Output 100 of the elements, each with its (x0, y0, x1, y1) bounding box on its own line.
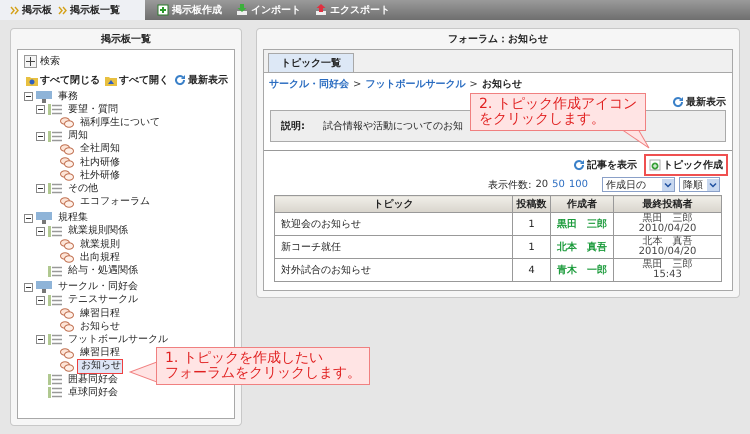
tree-item[interactable]: 就業規則 (77, 238, 123, 252)
breadcrumb-link[interactable]: 掲示板一覧 (70, 3, 120, 17)
sort-dropdown[interactable]: 作成日の (602, 177, 675, 192)
sort-dropdown[interactable]: 降順 (679, 177, 720, 192)
column-header: 投稿数 (512, 196, 550, 212)
tree-item[interactable]: お知らせ (77, 358, 123, 374)
speech-bubbles-icon (60, 144, 74, 155)
last-poster: 北本 真吾 (642, 237, 692, 247)
tree-item[interactable]: 事務 (55, 90, 81, 104)
highlighted-action[interactable]: トピック作成 (644, 154, 728, 176)
table-cell: 4 (512, 258, 550, 282)
breadcrumb-separator: > (469, 78, 478, 90)
page-size-option[interactable]: 20 (535, 179, 548, 190)
breadcrumb-separator: > (353, 78, 362, 90)
topic-link[interactable]: 新コーチ就任 (281, 242, 341, 253)
speech-bubbles-icon (60, 321, 74, 332)
tree-item[interactable]: お知らせ (77, 320, 123, 334)
last-post-time: 2010/04/20 (638, 224, 698, 234)
collapse-toggle[interactable] (36, 335, 45, 344)
tree-item[interactable]: フットボールサークル (65, 332, 171, 347)
collapse-toggle[interactable] (24, 282, 33, 292)
tool-link[interactable]: すべて閉じる (40, 73, 100, 87)
collapse-toggle[interactable] (24, 214, 33, 223)
collapse-toggle[interactable] (36, 296, 45, 305)
monitor-icon (36, 90, 52, 103)
page-size-option[interactable]: 100 (568, 179, 588, 190)
speech-bubbles-icon (60, 239, 74, 250)
search-label[interactable]: 検索 (40, 54, 60, 68)
collapse-toggle[interactable] (36, 226, 45, 236)
tree-item[interactable]: 規程集 (55, 211, 91, 226)
document-plus-icon (649, 159, 661, 171)
page-size-label: 表示件数: (488, 178, 532, 192)
toolbar-link[interactable]: インポート (251, 3, 301, 17)
last-post-time: 2010/04/20 (638, 247, 698, 257)
tree-item[interactable]: 出向規程 (77, 250, 123, 265)
toolbar-link[interactable]: 掲示板作成 (172, 3, 222, 17)
tree-item[interactable]: 卓球同好会 (65, 386, 121, 400)
speech-bubbles-icon (60, 252, 74, 264)
page-size-option[interactable]: 50 (552, 179, 565, 190)
list-icon (48, 266, 62, 277)
tree-item[interactable]: 練習日程 (77, 346, 123, 360)
expand-toggle[interactable] (24, 54, 37, 68)
tool-link[interactable]: すべて開く (119, 73, 169, 87)
tree-item[interactable]: 囲碁同好会 (65, 372, 121, 387)
tree-item[interactable]: 要望・質問 (65, 102, 121, 117)
breadcrumb-link[interactable]: 掲示板 (22, 3, 52, 17)
list-icon (48, 226, 62, 237)
last-post-time: 15:43 (652, 270, 683, 280)
collapse-toggle[interactable] (36, 105, 45, 114)
column-header: トピック (274, 196, 512, 212)
speech-bubbles-icon (60, 360, 74, 372)
topic-link[interactable]: 対外試合のお知らせ (281, 265, 371, 276)
collapse-toggle[interactable] (36, 184, 45, 194)
callout-text: をクリックします。 (479, 112, 606, 127)
chevron-icon (58, 6, 68, 14)
tree-item[interactable]: 就業規則関係 (65, 224, 131, 238)
callout-text: フォーラムをクリックします。 (165, 366, 361, 381)
tree-item[interactable]: エコフォーラム (77, 195, 153, 210)
tree-item[interactable]: 社内研修 (77, 156, 123, 170)
tree-item[interactable]: 全社周知 (77, 142, 123, 156)
list-icon (48, 374, 62, 386)
last-poster: 黒田 三郎 (642, 214, 692, 224)
toolbar-link[interactable]: エクスポート (330, 3, 390, 17)
callout-text: 1. トピックを作成したい (165, 351, 324, 366)
topic-link[interactable]: 歓迎会のお知らせ (281, 219, 361, 230)
column-header: 最終投稿者 (614, 196, 722, 212)
tree-item[interactable]: テニスサークル (65, 293, 141, 308)
speech-bubbles-icon (60, 170, 74, 182)
breadcrumb-link[interactable]: サークル・同好会 (269, 77, 349, 91)
list-icon (48, 294, 62, 306)
tree-item[interactable]: 練習日程 (77, 306, 123, 321)
list-icon (48, 387, 62, 398)
toolbar-link[interactable]: 最新表示 (686, 95, 726, 109)
tab[interactable]: トピック一覧 (268, 53, 354, 72)
tree-item[interactable]: 福利厚生について (77, 116, 163, 130)
speech-bubbles-icon (60, 157, 74, 168)
speech-bubbles-icon (60, 196, 74, 208)
tree-item[interactable]: 給与・処遇関係 (65, 264, 141, 278)
folder-icon (26, 74, 38, 86)
last-poster: 黒田 三郎 (642, 260, 694, 270)
tree-item[interactable]: 社外研修 (77, 168, 123, 183)
collapse-toggle[interactable] (24, 92, 33, 102)
breadcrumb-link[interactable]: フットボールサークル (365, 77, 466, 91)
refresh-icon (672, 96, 684, 108)
refresh-icon (573, 159, 585, 171)
tree-item[interactable]: 周知 (65, 129, 91, 144)
tool-link[interactable]: 最新表示 (188, 73, 228, 87)
panel-title: フォーラム：お知らせ (447, 32, 549, 47)
collapse-toggle[interactable] (36, 132, 45, 141)
list-icon (48, 104, 62, 116)
tree-item[interactable]: サークル・同好会 (55, 280, 141, 294)
list-icon (48, 334, 62, 346)
tree-item[interactable]: その他 (65, 182, 101, 196)
folder-icon (105, 74, 117, 86)
upload-arrow-icon (315, 4, 327, 16)
table-cell: 1 (512, 212, 550, 236)
document-plus-icon (157, 4, 169, 16)
download-arrow-icon (236, 4, 248, 16)
action-link[interactable]: 記事を表示 (568, 154, 642, 176)
speech-bubbles-icon (60, 117, 74, 128)
